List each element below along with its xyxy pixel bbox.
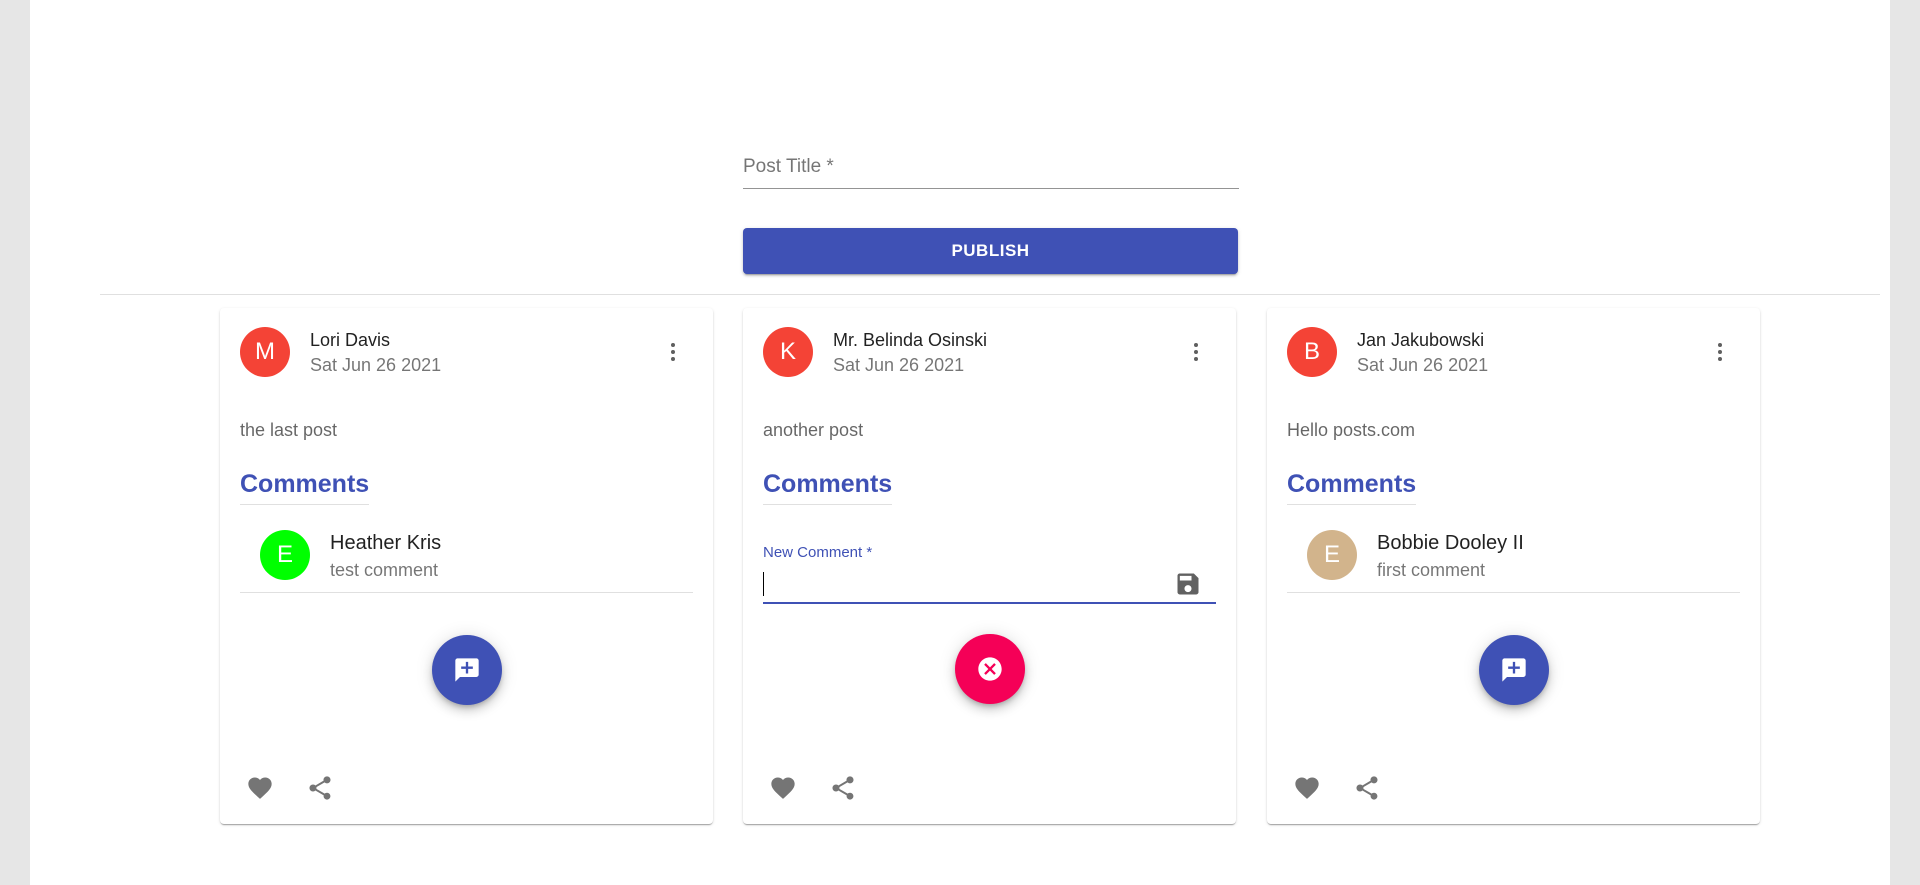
card-actions (1287, 768, 1387, 808)
save-comment-button[interactable] (1174, 570, 1202, 598)
share-button[interactable] (300, 768, 340, 808)
author-name: Mr. Belinda Osinski (833, 330, 988, 350)
author-name: Lori Davis (310, 330, 391, 350)
comments-heading: Comments (1287, 470, 1417, 505)
post-title-field[interactable] (743, 148, 1239, 189)
card-actions (240, 768, 340, 808)
share-icon (1356, 776, 1378, 800)
post-date: Sat Jun 26 2021 (833, 355, 965, 375)
post-card: M Lori Davis Sat Jun 26 2021 the last po… (220, 308, 713, 824)
post-date: Sat Jun 26 2021 (310, 355, 442, 375)
cancel-comment-button[interactable] (955, 634, 1025, 704)
post-card: B Jan Jakubowski Sat Jun 26 2021 Hello p… (1267, 308, 1760, 824)
post-body: another post (763, 420, 864, 440)
post-body: Hello posts.com (1287, 420, 1416, 440)
like-button[interactable] (763, 768, 803, 808)
new-comment-input[interactable] (763, 570, 1163, 598)
share-button[interactable] (1347, 768, 1387, 808)
heart-icon (771, 777, 795, 799)
add-comment-icon (1502, 658, 1526, 682)
post-card: K Mr. Belinda Osinski Sat Jun 26 2021 an… (743, 308, 1236, 824)
comment-text: test comment (330, 560, 439, 580)
comment-item: E Bobbie Dooley II first comment (1287, 520, 1740, 593)
new-comment-field: New Comment * (763, 544, 1216, 614)
heart-icon (248, 777, 272, 799)
more-vert-icon (1718, 343, 1722, 361)
author-avatar: B (1287, 327, 1337, 377)
publish-button[interactable]: PUBLISH (743, 228, 1238, 274)
heart-icon (1295, 777, 1319, 799)
more-options-button[interactable] (653, 332, 693, 372)
divider (100, 294, 1880, 295)
text-caret (763, 572, 764, 596)
new-comment-input-wrap (763, 566, 1216, 604)
like-button[interactable] (240, 768, 280, 808)
add-comment-button[interactable] (1479, 635, 1549, 705)
comment-text: first comment (1377, 560, 1486, 580)
author-name: Jan Jakubowski (1357, 330, 1485, 350)
share-button[interactable] (823, 768, 863, 808)
comments-heading: Comments (240, 470, 370, 505)
comment-item: E Heather Kris test comment (240, 520, 693, 593)
comment-avatar: E (260, 530, 310, 580)
comment-author: Bobbie Dooley II (1377, 532, 1524, 554)
more-options-button[interactable] (1700, 332, 1740, 372)
comment-avatar: E (1307, 530, 1357, 580)
save-icon (1177, 573, 1199, 595)
like-button[interactable] (1287, 768, 1327, 808)
post-title-input[interactable] (743, 148, 1239, 186)
author-avatar: M (240, 327, 290, 377)
cancel-icon (978, 657, 1002, 681)
new-comment-label: New Comment * (763, 544, 873, 561)
add-comment-icon (455, 658, 479, 682)
add-comment-button[interactable] (432, 635, 502, 705)
share-icon (309, 776, 331, 800)
author-avatar: K (763, 327, 813, 377)
card-actions (763, 768, 863, 808)
post-date: Sat Jun 26 2021 (1357, 355, 1489, 375)
post-body: the last post (240, 420, 338, 440)
share-icon (832, 776, 854, 800)
more-options-button[interactable] (1176, 332, 1216, 372)
more-vert-icon (671, 343, 675, 361)
comment-author: Heather Kris (330, 532, 442, 554)
comments-heading: Comments (763, 470, 893, 505)
page: PUBLISH M Lori Davis Sat Jun 26 2021 the… (30, 0, 1890, 885)
more-vert-icon (1194, 343, 1198, 361)
